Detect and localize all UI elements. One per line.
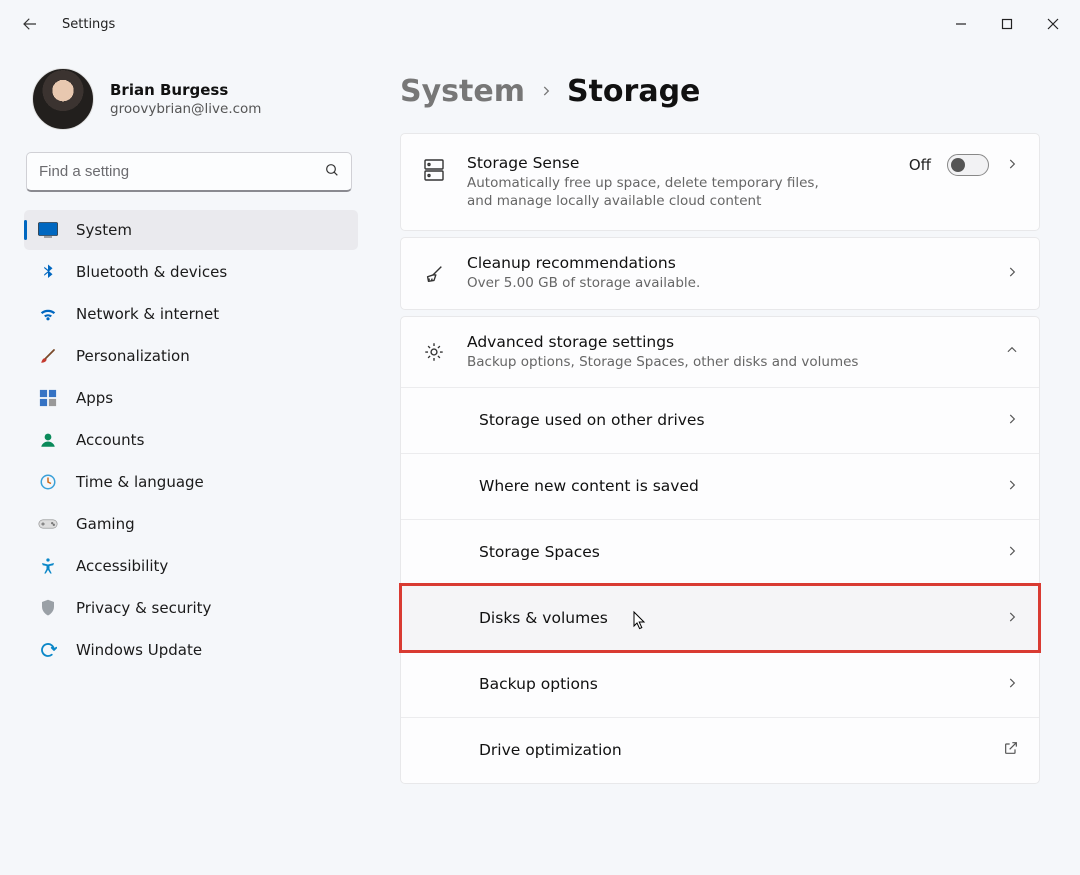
drive-icon [421, 158, 447, 182]
chevron-right-icon [1005, 264, 1019, 283]
where-new-content-row[interactable]: Where new content is saved [401, 453, 1039, 519]
row-title: Cleanup recommendations [467, 254, 985, 272]
sidebar-item-label: Time & language [76, 473, 204, 491]
app-title: Settings [62, 17, 115, 32]
gamepad-icon [38, 514, 58, 534]
sidebar: Brian Burgess groovybrian@live.com Syste… [0, 48, 370, 875]
minimize-button[interactable] [938, 8, 984, 40]
cleanup-row[interactable]: Cleanup recommendations Over 5.00 GB of … [401, 238, 1039, 308]
chevron-right-icon [1005, 609, 1019, 628]
close-icon [1047, 18, 1059, 30]
sidebar-item-update[interactable]: Windows Update [24, 630, 358, 670]
chevron-right-icon [539, 79, 553, 104]
advanced-storage-card: Advanced storage settings Backup options… [400, 316, 1040, 784]
page-title: Storage [567, 74, 700, 109]
clock-globe-icon [38, 472, 58, 492]
maximize-button[interactable] [984, 8, 1030, 40]
sidebar-item-label: Apps [76, 389, 113, 407]
gear-icon [421, 341, 447, 363]
sidebar-item-label: Accounts [76, 431, 144, 449]
sidebar-item-label: Privacy & security [76, 599, 211, 617]
person-icon [38, 430, 58, 450]
avatar [32, 68, 94, 130]
row-title: Storage Sense [467, 154, 889, 172]
nav: System Bluetooth & devices Network & int… [24, 210, 358, 670]
accessibility-icon [38, 556, 58, 576]
titlebar: Settings [0, 0, 1080, 48]
row-title: Storage Spaces [479, 543, 985, 561]
search-wrap [26, 152, 352, 192]
breadcrumb-parent[interactable]: System [400, 74, 525, 109]
advanced-storage-header[interactable]: Advanced storage settings Backup options… [401, 317, 1039, 387]
sidebar-item-apps[interactable]: Apps [24, 378, 358, 418]
sidebar-item-label: Network & internet [76, 305, 219, 323]
row-subtitle: Automatically free up space, delete temp… [467, 174, 827, 210]
apps-icon [38, 388, 58, 408]
sidebar-item-label: Personalization [76, 347, 190, 365]
shield-icon [38, 598, 58, 618]
profile-name: Brian Burgess [110, 81, 261, 99]
maximize-icon [1001, 18, 1013, 30]
storage-spaces-row[interactable]: Storage Spaces [401, 519, 1039, 585]
cleanup-card: Cleanup recommendations Over 5.00 GB of … [400, 237, 1040, 309]
drive-optimization-row[interactable]: Drive optimization [401, 717, 1039, 783]
sidebar-item-system[interactable]: System [24, 210, 358, 250]
profile-email: groovybrian@live.com [110, 101, 261, 117]
sidebar-item-gaming[interactable]: Gaming [24, 504, 358, 544]
toggle-state-label: Off [909, 156, 931, 174]
bluetooth-icon [38, 262, 58, 282]
storage-sense-toggle[interactable] [947, 154, 989, 176]
minimize-icon [955, 18, 967, 30]
main-content: System Storage Storage Sense Automatical… [370, 48, 1080, 875]
brush-icon [38, 346, 58, 366]
profile-block[interactable]: Brian Burgess groovybrian@live.com [24, 56, 358, 152]
window-controls [938, 8, 1076, 40]
wifi-icon [38, 304, 58, 324]
open-external-icon [1003, 740, 1019, 760]
display-icon [38, 220, 58, 240]
chevron-right-icon [1005, 675, 1019, 694]
sidebar-item-label: Windows Update [76, 641, 202, 659]
row-title: Where new content is saved [479, 477, 985, 495]
storage-sense-card: Storage Sense Automatically free up spac… [400, 133, 1040, 231]
update-icon [38, 640, 58, 660]
chevron-right-icon [1005, 543, 1019, 562]
search-input[interactable] [26, 152, 352, 192]
chevron-right-icon [1005, 477, 1019, 496]
chevron-right-icon [1005, 411, 1019, 430]
sidebar-item-label: System [76, 221, 132, 239]
close-button[interactable] [1030, 8, 1076, 40]
sidebar-item-label: Bluetooth & devices [76, 263, 227, 281]
row-subtitle: Over 5.00 GB of storage available. [467, 274, 985, 292]
sidebar-item-label: Accessibility [76, 557, 168, 575]
sidebar-item-privacy[interactable]: Privacy & security [24, 588, 358, 628]
storage-sense-row[interactable]: Storage Sense Automatically free up spac… [401, 134, 1039, 230]
chevron-right-icon [1005, 156, 1019, 175]
back-button[interactable] [10, 4, 50, 44]
sidebar-item-label: Gaming [76, 515, 135, 533]
sidebar-item-personalization[interactable]: Personalization [24, 336, 358, 376]
breadcrumb: System Storage [400, 74, 1040, 109]
search-icon [324, 162, 340, 182]
chevron-up-icon [1005, 342, 1019, 361]
row-subtitle: Backup options, Storage Spaces, other di… [467, 353, 985, 371]
row-title: Backup options [479, 675, 985, 693]
sidebar-item-accounts[interactable]: Accounts [24, 420, 358, 460]
sidebar-item-bluetooth[interactable]: Bluetooth & devices [24, 252, 358, 292]
sidebar-item-network[interactable]: Network & internet [24, 294, 358, 334]
row-title: Advanced storage settings [467, 333, 985, 351]
broom-icon [421, 263, 447, 285]
storage-other-drives-row[interactable]: Storage used on other drives [401, 387, 1039, 453]
row-title: Drive optimization [479, 741, 983, 759]
row-title: Disks & volumes [479, 609, 985, 627]
row-title: Storage used on other drives [479, 411, 985, 429]
sidebar-item-time[interactable]: Time & language [24, 462, 358, 502]
disks-volumes-row[interactable]: Disks & volumes [401, 585, 1039, 651]
arrow-left-icon [21, 15, 39, 33]
backup-options-row[interactable]: Backup options [401, 651, 1039, 717]
sidebar-item-accessibility[interactable]: Accessibility [24, 546, 358, 586]
